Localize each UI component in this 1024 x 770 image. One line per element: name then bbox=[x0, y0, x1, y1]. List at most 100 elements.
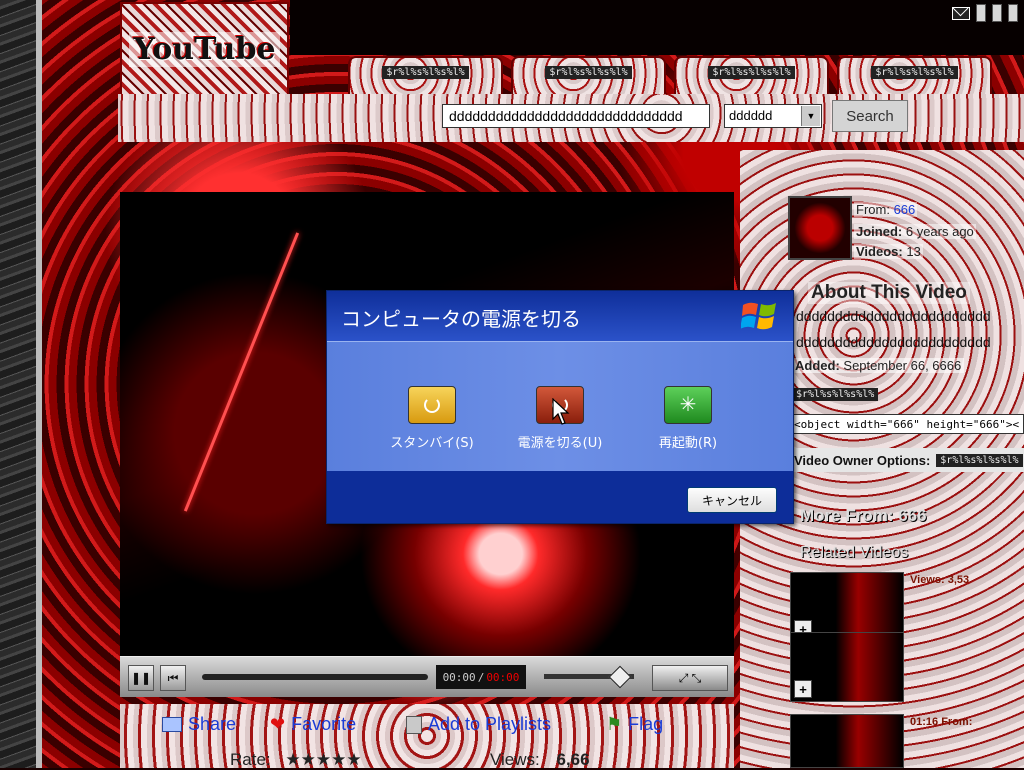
restart-button[interactable]: ✳ bbox=[664, 386, 712, 424]
add-icon[interactable]: + bbox=[794, 680, 812, 698]
views: Views: 6,66 bbox=[490, 750, 590, 770]
rating: Rate: ★★★★★ bbox=[230, 750, 362, 770]
windows-logo-icon bbox=[741, 302, 776, 330]
videos-label: Videos: bbox=[856, 244, 903, 259]
total-time: 00:00 bbox=[486, 670, 520, 684]
owner-options: Video Owner Options: $r%l%s%l%s%l% bbox=[790, 448, 1024, 472]
url-tag: $r%l%s%l%s%l% bbox=[792, 388, 879, 401]
nav-tabs: $r%l%s%l%s%l% $r%l%s%l%s%l% $r%l%s%l%s%l… bbox=[348, 56, 992, 96]
flag-label: Flag bbox=[628, 714, 664, 734]
about-title: About This Video bbox=[808, 282, 970, 304]
video-light-streak bbox=[183, 232, 300, 512]
dialog-header: コンピュータの電源を切る bbox=[327, 291, 793, 341]
rate-label: Rate: bbox=[230, 750, 271, 769]
fullscreen-icon: ⤢ ⤡ bbox=[678, 670, 702, 685]
top-links bbox=[952, 4, 1018, 22]
views-value: 6,66 bbox=[556, 750, 590, 769]
added-date: Added: September 66, 6666 bbox=[792, 358, 965, 373]
from-label: From: bbox=[856, 202, 890, 217]
related-videos-header[interactable]: Related Videos bbox=[800, 544, 908, 562]
video-thumbnail[interactable] bbox=[790, 714, 904, 768]
nav-tab-label: $r%l%s%l%s%l% bbox=[708, 66, 795, 79]
envelope-icon bbox=[162, 717, 182, 732]
restart-icon: ✳ bbox=[679, 394, 697, 416]
flag-link[interactable]: ⚑ Flag bbox=[606, 714, 663, 735]
related-video-item[interactable]: + bbox=[786, 632, 1024, 702]
related-video-item[interactable]: 01:16 From: bbox=[786, 714, 1024, 768]
playlist-icon bbox=[406, 715, 422, 734]
current-time: 00:00 bbox=[442, 670, 476, 684]
related-video-meta: Views: 3,53 bbox=[910, 574, 969, 586]
restart-label: 再起動(R) bbox=[658, 436, 718, 451]
skip-back-button[interactable]: ⏮ bbox=[160, 665, 186, 691]
nav-tab-label: $r%l%s%l%s%l% bbox=[382, 66, 469, 79]
site-logo[interactable]: YouTube bbox=[120, 2, 289, 96]
pause-button[interactable]: ❚❚ bbox=[128, 665, 154, 691]
cancel-button[interactable]: キャンセル bbox=[687, 487, 777, 513]
chevron-down-icon[interactable]: ▼ bbox=[801, 106, 820, 126]
heart-icon: ❤ bbox=[270, 714, 286, 734]
more-from-header[interactable]: More From: 666 bbox=[800, 506, 927, 526]
standby-label: スタンバイ(S) bbox=[390, 436, 474, 451]
joined-label: Joined: bbox=[856, 224, 903, 239]
left-border bbox=[36, 0, 42, 768]
player-controls: ❚❚ ⏮ 00:00 / 00:00 ⤢ ⤡ bbox=[120, 656, 734, 697]
share-label: Share bbox=[188, 714, 237, 734]
from-user-link[interactable]: 666 bbox=[894, 202, 916, 217]
time-display: 00:00 / 00:00 bbox=[436, 665, 526, 689]
shutdown-label: 電源を切る(U) bbox=[517, 436, 603, 451]
standby-button[interactable] bbox=[408, 386, 456, 424]
related-video-line: 01:16 From: bbox=[910, 716, 973, 728]
uploader-info: From: 666 Joined: 6 years ago Videos: 13 bbox=[784, 192, 1024, 264]
favorite-label: Favorite bbox=[291, 714, 357, 734]
description-line: ddddddddddddddddddddddddd bbox=[796, 334, 991, 350]
embed-code-field[interactable] bbox=[790, 414, 1024, 434]
nav-tab[interactable]: $r%l%s%l%s%l% bbox=[511, 56, 666, 96]
fullscreen-button[interactable]: ⤢ ⤡ bbox=[652, 665, 728, 691]
mail-icon[interactable] bbox=[952, 7, 970, 20]
joined-line: Joined: 6 years ago bbox=[854, 224, 976, 239]
search-input[interactable] bbox=[442, 104, 710, 128]
video-actions: Share ❤ Favorite Add to Playlists ⚑ Flag… bbox=[120, 704, 734, 770]
added-label: Added: bbox=[795, 358, 840, 373]
restart-option: ✳ 再起動(R) bbox=[633, 386, 743, 451]
pause-icon: ❚❚ bbox=[130, 671, 152, 685]
rating-stars[interactable]: ★★★★★ bbox=[285, 750, 361, 769]
joined-value: 6 years ago bbox=[905, 224, 974, 239]
seek-bar[interactable] bbox=[202, 674, 428, 680]
videos-line: Videos: 13 bbox=[854, 244, 923, 259]
favorite-link[interactable]: ❤ Favorite bbox=[270, 714, 356, 735]
related-video-meta: 01:16 From: bbox=[910, 716, 972, 728]
dialog-title: コンピュータの電源を切る bbox=[341, 307, 581, 331]
volume-knob[interactable] bbox=[608, 665, 632, 689]
search-button[interactable]: Search bbox=[832, 100, 908, 132]
flag-icon: ⚑ bbox=[606, 714, 623, 734]
videos-value: 13 bbox=[906, 244, 921, 259]
share-link[interactable]: Share bbox=[162, 714, 236, 735]
mouse-cursor-icon bbox=[552, 398, 570, 425]
dialog-footer: キャンセル bbox=[327, 471, 793, 523]
views-label: Views: bbox=[490, 750, 540, 769]
top-link[interactable] bbox=[976, 4, 986, 22]
add-to-playlist-link[interactable]: Add to Playlists bbox=[406, 714, 551, 735]
description-line: ddddddddddddddddddddddddd bbox=[796, 308, 991, 324]
avatar[interactable] bbox=[788, 196, 852, 260]
skip-back-icon: ⏮ bbox=[167, 670, 179, 685]
nav-tab[interactable]: $r%l%s%l%s%l% bbox=[348, 56, 503, 96]
logo-text: YouTube bbox=[129, 31, 280, 67]
related-video-line: Views: 3,53 bbox=[910, 574, 970, 586]
nav-tab-label: $r%l%s%l%s%l% bbox=[545, 66, 632, 79]
nav-tab[interactable]: $r%l%s%l%s%l% bbox=[674, 56, 829, 96]
top-link[interactable] bbox=[992, 4, 1002, 22]
top-link[interactable] bbox=[1008, 4, 1018, 22]
search-category-select[interactable]: dddddd ▼ bbox=[724, 104, 822, 128]
owner-options-label: Video Owner Options: bbox=[794, 452, 931, 468]
power-icon bbox=[424, 397, 440, 413]
nav-tab[interactable]: $r%l%s%l%s%l% bbox=[837, 56, 992, 96]
time-separator: / bbox=[477, 670, 485, 684]
owner-options-tag[interactable]: $r%l%s%l%s%l% bbox=[936, 453, 1023, 467]
from-line: From: 666 bbox=[854, 202, 918, 217]
nav-tab-label: $r%l%s%l%s%l% bbox=[871, 66, 958, 79]
standby-option: スタンバイ(S) bbox=[377, 386, 487, 451]
added-value: September 66, 6666 bbox=[843, 358, 962, 373]
